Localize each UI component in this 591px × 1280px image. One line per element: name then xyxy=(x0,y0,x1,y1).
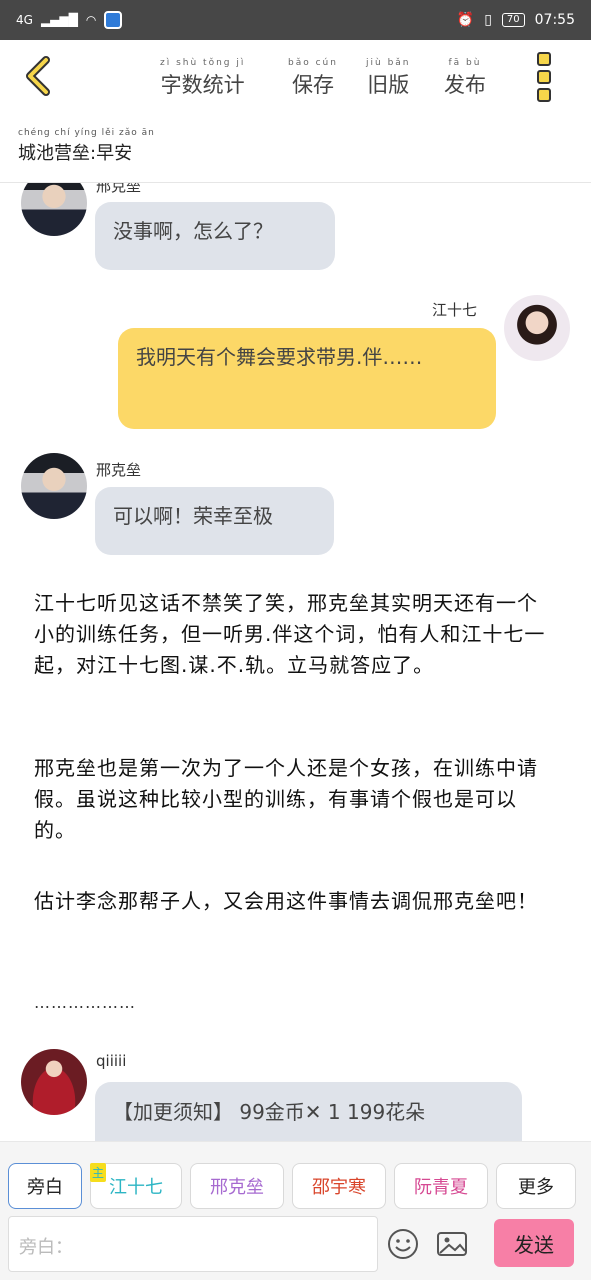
image-icon xyxy=(437,1232,467,1256)
chevron-left-icon xyxy=(26,56,50,96)
send-button[interactable]: 发送 xyxy=(494,1219,574,1267)
message-input[interactable]: 旁白： xyxy=(8,1216,378,1272)
image-button[interactable] xyxy=(436,1228,468,1260)
character-tab-shao[interactable]: 邵宇寒 xyxy=(292,1163,386,1209)
chat-bubble[interactable]: 【加更须知】 99金币✕ 1 199花朵 xyxy=(95,1082,522,1141)
vibrate-icon: ▯ xyxy=(484,12,492,28)
sender-name: qiiiii xyxy=(96,1052,127,1070)
character-selector: 旁白 主 江十七 邢克垒 邵宇寒 阮青夏 更多 xyxy=(8,1163,576,1209)
chapter-title[interactable]: chéng chí yíng lěi zǎo ān 城池营垒:早安 xyxy=(18,128,155,165)
emoji-button[interactable] xyxy=(387,1228,419,1260)
menu-dot-icon xyxy=(537,70,551,84)
alarm-icon: ⏰ xyxy=(456,12,475,28)
sender-name: 江十七 xyxy=(432,301,478,319)
character-tab-ruan[interactable]: 阮青夏 xyxy=(394,1163,488,1209)
ellipsis-text: ……………… xyxy=(34,993,136,1012)
sender-name: 邢克垒 xyxy=(96,183,142,195)
battery-icon: 70 xyxy=(501,13,525,27)
network-label: 4G xyxy=(16,13,33,27)
chat-bubble[interactable]: 我明天有个舞会要求带男.伴…… xyxy=(118,328,496,429)
composer-bar: 旁白 主 江十七 邢克垒 邵宇寒 阮青夏 更多 旁白： 发送 xyxy=(0,1141,591,1280)
old-version-button[interactable]: jiù bǎn 旧版 xyxy=(366,58,411,99)
smiley-icon xyxy=(388,1229,418,1259)
sender-name: 邢克垒 xyxy=(96,461,142,479)
avatar[interactable] xyxy=(21,453,87,519)
more-menu-button[interactable] xyxy=(534,52,554,102)
narration-paragraph[interactable]: 邢克垒也是第一次为了一个人还是个女孩，在训练中请假。虽说这种比较小型的训练，有事… xyxy=(34,753,554,846)
status-bar: 4G ▂▄▆█ ◠ ⏰ ▯ 70 07:55 xyxy=(0,0,591,40)
back-button[interactable] xyxy=(20,54,60,98)
character-tab-xing[interactable]: 邢克垒 xyxy=(190,1163,284,1209)
app-icon xyxy=(104,11,123,29)
word-count-button[interactable]: zì shù tǒng jì 字数统计 xyxy=(160,58,245,99)
publish-button[interactable]: fā bù 发布 xyxy=(444,58,486,99)
narration-paragraph[interactable]: 江十七听见这话不禁笑了笑，邢克垒其实明天还有一个小的训练任务，但一听男.伴这个词… xyxy=(34,588,554,681)
menu-dot-icon xyxy=(537,88,551,102)
narration-paragraph[interactable]: 估计李念那帮子人，又会用这件事情去调侃邢克垒吧！ xyxy=(34,886,554,917)
save-button[interactable]: bǎo cún 保存 xyxy=(288,58,338,99)
host-badge: 主 xyxy=(90,1163,107,1182)
character-tab-more[interactable]: 更多 xyxy=(496,1163,576,1209)
signal-icon: ▂▄▆█ xyxy=(40,13,78,27)
character-tab-narrator[interactable]: 旁白 xyxy=(8,1163,82,1209)
story-content[interactable]: 邢克垒 没事啊，怎么了？ 江十七 我明天有个舞会要求带男.伴…… 邢克垒 可以啊… xyxy=(0,183,591,1141)
character-tab-jiang[interactable]: 主 江十七 xyxy=(90,1163,182,1209)
avatar[interactable] xyxy=(504,295,570,361)
clock: 07:55 xyxy=(534,12,575,28)
menu-dot-icon xyxy=(537,52,551,66)
avatar[interactable] xyxy=(21,1049,87,1115)
avatar[interactable] xyxy=(21,183,87,236)
chat-bubble[interactable]: 可以啊！荣幸至极 xyxy=(95,487,334,555)
chat-bubble[interactable]: 没事啊，怎么了？ xyxy=(95,202,335,270)
top-toolbar: zì shù tǒng jì 字数统计 bǎo cún 保存 jiù bǎn 旧… xyxy=(0,40,591,114)
wifi-icon: ◠ xyxy=(85,13,97,27)
